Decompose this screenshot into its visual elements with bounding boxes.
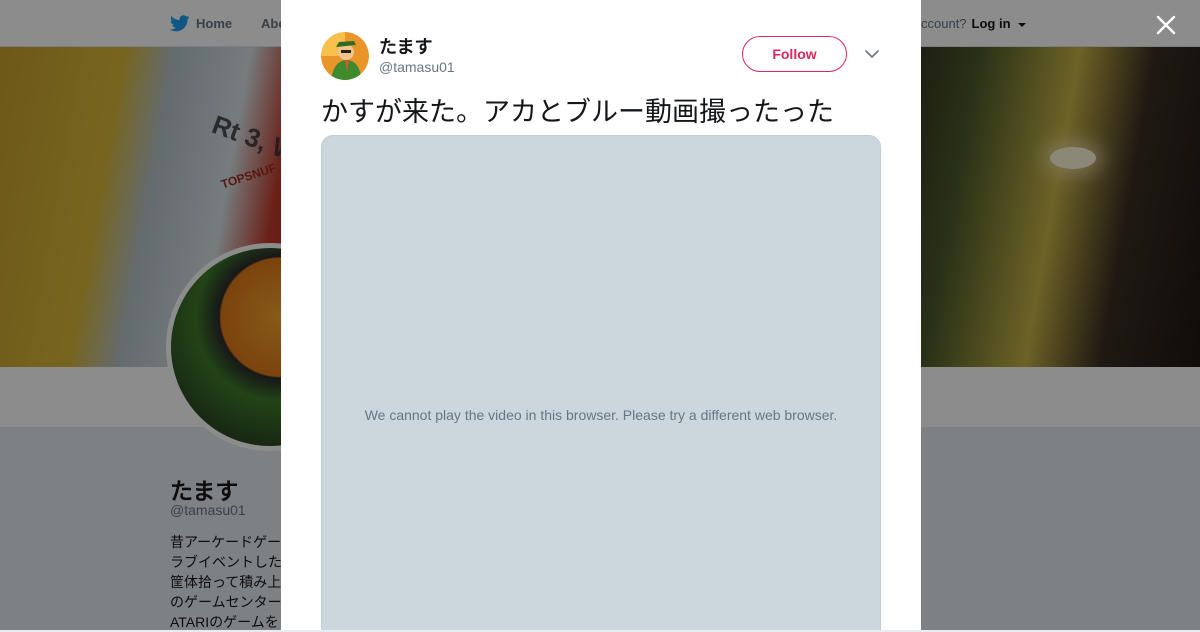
- video-unsupported-message: We cannot play the video in this browser…: [364, 407, 838, 423]
- author-handle[interactable]: @tamasu01: [379, 59, 455, 75]
- author-name[interactable]: たます: [379, 33, 432, 59]
- author-avatar[interactable]: [321, 32, 369, 80]
- close-icon[interactable]: [1153, 12, 1179, 38]
- follow-button[interactable]: Follow: [742, 36, 847, 72]
- tweet-modal: たます @tamasu01 Follow かすが来た。アカとブルー動画撮ったった…: [281, 0, 921, 630]
- tweet-text: かすが来た。アカとブルー動画撮ったった: [321, 97, 834, 127]
- chevron-down-icon[interactable]: [864, 46, 880, 62]
- video-player[interactable]: We cannot play the video in this browser…: [321, 135, 881, 630]
